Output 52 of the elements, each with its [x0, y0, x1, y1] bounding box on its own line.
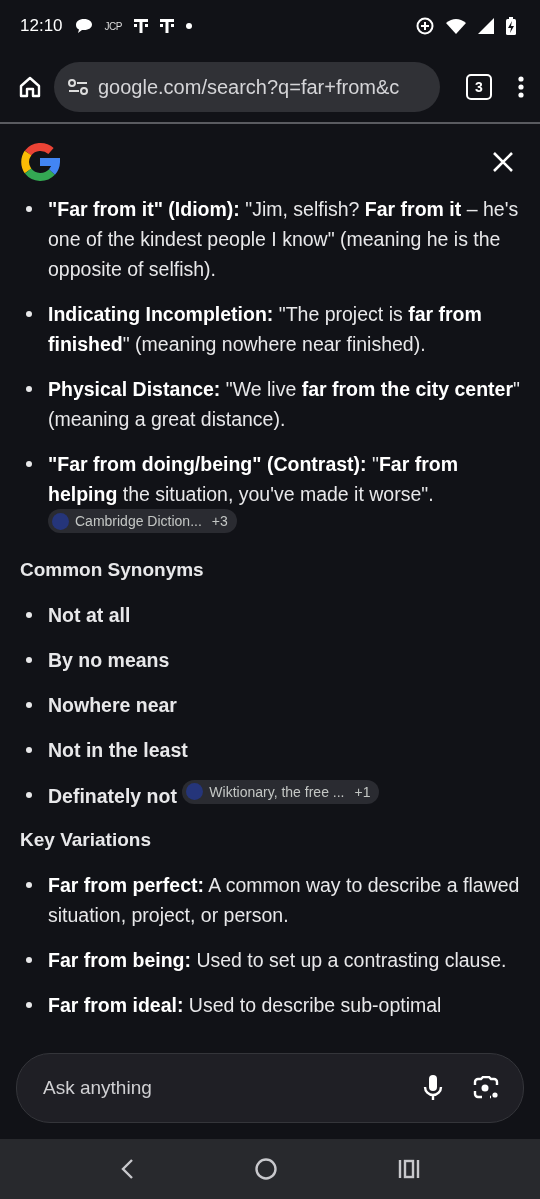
- more-options-icon[interactable]: [518, 76, 524, 98]
- source-chip[interactable]: Wiktionary, the free ... +1: [182, 779, 380, 804]
- bullet-icon: [26, 701, 32, 708]
- clock-time: 12:10: [20, 16, 63, 36]
- ask-field[interactable]: Ask anything: [41, 1076, 393, 1100]
- synonym-text: Nowhere near: [48, 693, 177, 716]
- carrier-icon: [133, 18, 148, 34]
- bullet-icon: [26, 882, 32, 888]
- site-settings-icon[interactable]: [68, 79, 88, 95]
- bullet-text: Indicating Incompletion: "The project is far from finished" (meaning nowhere near finished).: [48, 303, 482, 355]
- close-icon[interactable]: [492, 151, 514, 173]
- bullet-text: Far from perfect: A common way to describe a flawed situation, project, or person.: [48, 874, 520, 926]
- bullet-text: Physical Distance: "We live far from the city center" (meaning a great distance).: [48, 378, 520, 430]
- wifi-icon: [446, 18, 466, 34]
- section-heading: Key Variations: [20, 828, 152, 852]
- section-heading: Common Synonyms: [20, 557, 205, 582]
- g-logo-icon: [20, 142, 60, 182]
- bullet-text: Far from ideal: Used to describe sub-optimal: [48, 994, 442, 1016]
- bullet-icon: [26, 746, 32, 753]
- carrier-icon: [159, 18, 174, 34]
- source-count: +1: [354, 782, 371, 801]
- recent-apps-icon[interactable]: [397, 1159, 420, 1179]
- bullet-icon: [26, 957, 32, 963]
- camera-lens-icon[interactable]: [473, 1076, 499, 1100]
- bullet-icon: [26, 461, 32, 467]
- bullet-icon: [26, 611, 32, 618]
- bullet-icon: [26, 206, 32, 212]
- dot-icon: [185, 23, 192, 29]
- synonym-text: Definately not: [48, 784, 177, 806]
- bullet-icon: [26, 791, 32, 798]
- chat-bubble-icon: [74, 18, 93, 34]
- source-count: +3: [211, 512, 228, 530]
- battery-charging-icon: [506, 17, 516, 35]
- synonym-text: By no means: [48, 648, 170, 671]
- synonym-text: Not in the least: [48, 738, 188, 761]
- bullet-icon: [26, 311, 32, 317]
- bullet-text: Far from being: Used to set up a contrasting clause.: [48, 949, 507, 971]
- home-circle-icon[interactable]: [255, 1158, 277, 1180]
- bullet-text: "Far from doing/being" (Contrast): "Far from helping the situation, you've made it worse".: [48, 453, 458, 505]
- synonym-text: Not at all: [48, 603, 131, 626]
- microphone-icon[interactable]: [423, 1075, 443, 1101]
- bullet-icon: [26, 1002, 32, 1008]
- address-bar[interactable]: google.com/search?q=far+from&c: [54, 62, 440, 112]
- bullet-icon: [26, 656, 32, 663]
- source-chip[interactable]: Cambridge Diction... +3: [48, 509, 237, 533]
- tab-count-button[interactable]: 3: [466, 74, 492, 100]
- back-icon[interactable]: [120, 1158, 135, 1180]
- bullet-icon: [26, 386, 32, 392]
- signal-icon: [478, 18, 494, 34]
- bullet-text: "Far from it" (Idiom): "Jim, selfish? Far from it – he's one of the kindest people I know" (meaning he is the opposite of selfish).: [48, 200, 519, 280]
- home-icon[interactable]: [18, 75, 42, 99]
- notification-text: JCP: [104, 20, 122, 32]
